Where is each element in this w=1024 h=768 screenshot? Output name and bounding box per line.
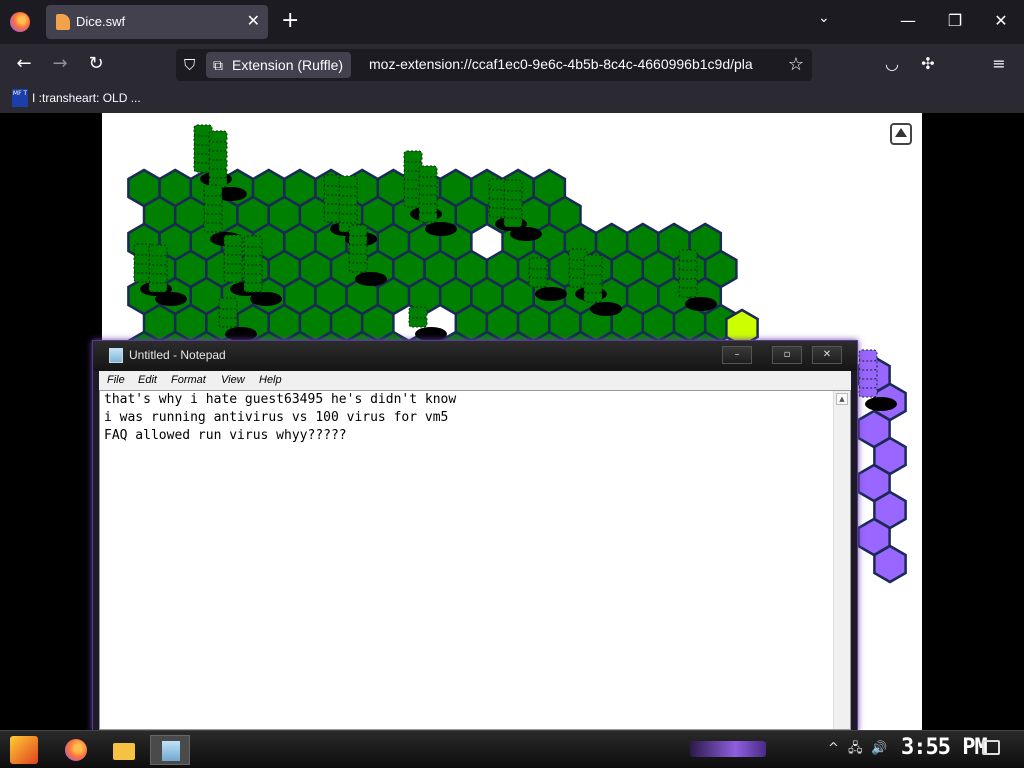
- extensions-icon[interactable]: ✣: [917, 55, 939, 73]
- taskbar-clock[interactable]: 3:55 PM: [901, 735, 988, 760]
- notepad-text-area[interactable]: that's why i hate guest63495 he's didn't…: [99, 390, 851, 730]
- notepad-title: Untitled - Notepad: [129, 348, 226, 362]
- firefox-icon[interactable]: [10, 12, 30, 32]
- notepad-text[interactable]: that's why i hate guest63495 he's didn't…: [104, 391, 456, 445]
- tray-overflow-icon[interactable]: ^: [828, 740, 839, 758]
- triangle-up-icon: [895, 128, 907, 137]
- menu-view[interactable]: View: [221, 374, 245, 386]
- taskbar-firefox[interactable]: [56, 735, 96, 765]
- tab-close-icon[interactable]: ✕: [247, 11, 260, 31]
- forward-button[interactable]: →: [48, 53, 72, 75]
- maximize-button[interactable]: ❐: [940, 8, 970, 34]
- notification-center-icon[interactable]: [982, 740, 1000, 755]
- start-button[interactable]: [10, 736, 38, 764]
- close-window-button[interactable]: ✕: [986, 8, 1016, 34]
- notepad-icon: [109, 348, 123, 363]
- bookmark-star-icon[interactable]: ☆: [788, 54, 804, 75]
- folder-icon: [113, 743, 135, 760]
- menu-file[interactable]: File: [107, 374, 125, 386]
- territory-hex[interactable]: [873, 544, 907, 584]
- url-text[interactable]: moz-extension://ccaf1ec0-9e6c-4b5b-8c4c-…: [369, 56, 753, 72]
- notepad-menubar: File Edit Format View Help: [99, 371, 851, 390]
- tracking-shield-icon[interactable]: ⛉: [184, 56, 195, 74]
- taskbar-decoration: [690, 741, 766, 757]
- notepad-window[interactable]: Untitled - Notepad – ▫ ✕ File Edit Forma…: [92, 340, 858, 732]
- tab-dice-swf[interactable]: Dice.swf ✕: [46, 5, 268, 39]
- minimize-button[interactable]: —: [893, 8, 923, 34]
- bookmark-favicon-icon: MF T: [12, 89, 28, 107]
- back-button[interactable]: ←: [12, 53, 36, 75]
- taskbar-file-explorer[interactable]: [104, 735, 144, 765]
- notepad-maximize-button[interactable]: ▫: [772, 346, 802, 364]
- browser-tab-strip: Dice.swf ✕ + ⌄ — ❐ ✕: [0, 0, 1024, 44]
- new-tab-button[interactable]: +: [281, 10, 299, 32]
- notepad-close-button[interactable]: ✕: [812, 346, 842, 364]
- ruffle-icon: [56, 14, 70, 30]
- extension-chip-label: Extension (Ruffle): [232, 57, 344, 73]
- network-icon[interactable]: 🖧: [848, 740, 863, 758]
- bookmarks-toolbar: MF T I :transheart: OLD ...: [0, 85, 1024, 113]
- pocket-icon[interactable]: ◡: [881, 55, 903, 73]
- bookmark-item[interactable]: I :transheart: OLD ...: [32, 91, 141, 105]
- taskbar-notepad[interactable]: [150, 735, 190, 765]
- vertical-scrollbar[interactable]: ▲: [833, 391, 850, 729]
- tab-title: Dice.swf: [76, 14, 126, 29]
- notepad-titlebar[interactable]: Untitled - Notepad – ▫ ✕: [93, 341, 857, 371]
- volume-icon[interactable]: 🔊: [871, 740, 887, 758]
- extension-identity-chip[interactable]: ⧉ Extension (Ruffle): [206, 52, 352, 78]
- puzzle-icon: ⧉: [213, 57, 223, 73]
- ruffle-menu-button[interactable]: [890, 123, 912, 145]
- reload-button[interactable]: ↻: [84, 53, 108, 75]
- menu-help[interactable]: Help: [259, 374, 282, 386]
- url-bar[interactable]: ⛉ ⧉ Extension (Ruffle) moz-extension://c…: [176, 49, 812, 81]
- notepad-minimize-button[interactable]: –: [722, 346, 752, 364]
- chevron-down-icon[interactable]: ⌄: [818, 10, 830, 26]
- notepad-icon: [162, 741, 180, 761]
- firefox-icon: [65, 739, 87, 761]
- scroll-up-arrow-icon[interactable]: ▲: [836, 393, 848, 405]
- menu-icon[interactable]: ≡: [988, 55, 1010, 73]
- taskbar: ^ 🖧 🔊 3:55 PM: [0, 730, 1024, 768]
- menu-format[interactable]: Format: [171, 374, 206, 386]
- navigation-toolbar: ← → ↻ ⛉ ⧉ Extension (Ruffle) moz-extensi…: [0, 44, 1024, 85]
- menu-edit[interactable]: Edit: [138, 374, 157, 386]
